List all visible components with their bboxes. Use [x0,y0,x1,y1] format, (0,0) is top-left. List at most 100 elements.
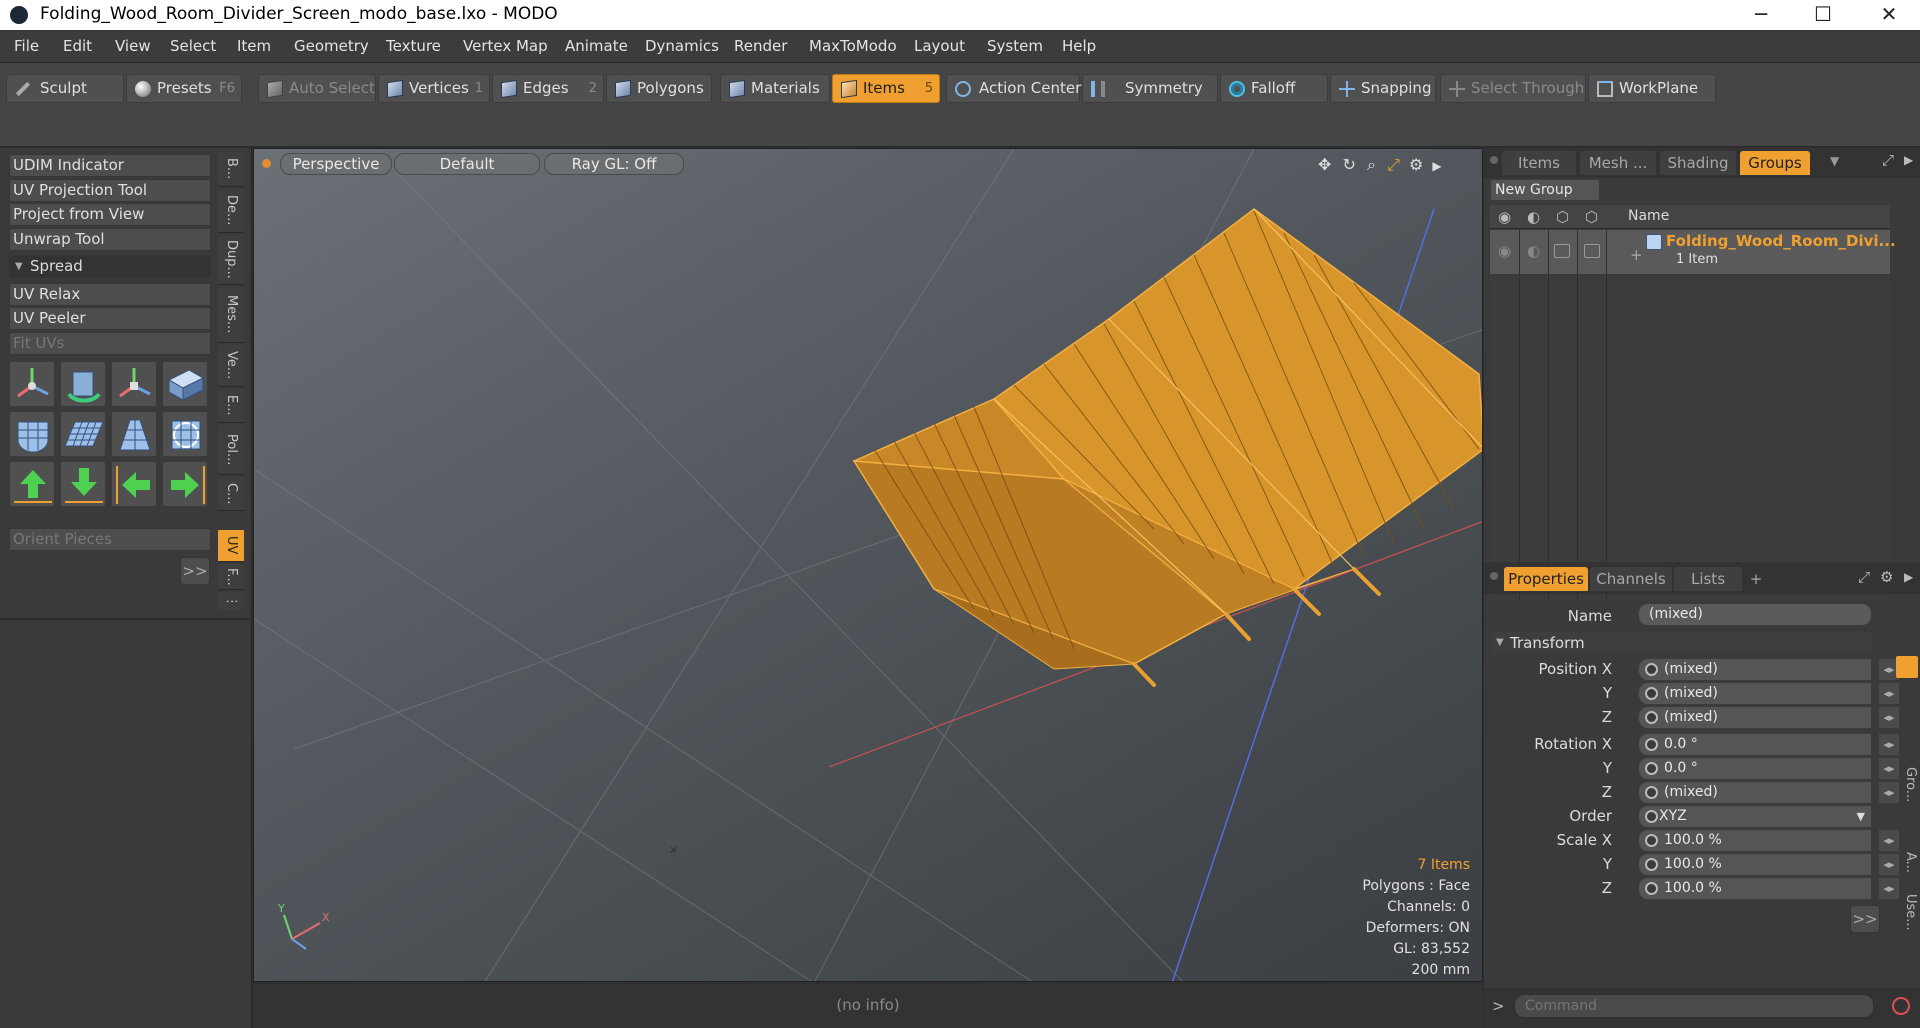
tab-shading[interactable]: Shading [1660,151,1736,175]
anim-dot-icon[interactable] [1645,711,1658,724]
items-button[interactable]: Items 5 [832,74,940,103]
order-dropdown[interactable]: XYZ ▼ [1638,805,1872,828]
record-icon[interactable] [1892,997,1910,1015]
3d-viewport[interactable]: ✕ Y X Perspective Default Ray GL: Off ✥ … [253,148,1483,982]
tab-vertex[interactable]: Ve... [218,345,244,387]
tab-fusion[interactable]: F... [218,564,244,590]
materials-button[interactable]: Materials [720,74,830,103]
menu-dynamics[interactable]: Dynamics [645,37,719,55]
tab-mesh[interactable]: Mesh ... [1580,151,1656,175]
polygons-button[interactable]: Polygons [606,74,712,103]
row-visibility-icon[interactable]: ◉ [1498,242,1511,260]
uv-peeler-button[interactable]: UV Peeler [9,307,211,330]
menu-animate[interactable]: Animate [565,37,628,55]
side-tab-assembly[interactable]: A... [1894,848,1918,878]
tab-mesh-edit[interactable]: Mes... [218,287,244,343]
menu-file[interactable]: File [14,37,39,55]
uv-sphere-projection-button[interactable] [9,411,55,457]
tab-lists[interactable]: Lists [1674,567,1742,591]
anim-dot-icon[interactable] [1645,663,1658,676]
tab-groups[interactable]: Groups [1740,151,1810,175]
drag-arrows-icon[interactable]: ◂▸ [1879,707,1899,728]
zoom-view-icon[interactable]: ⌕ [1367,155,1376,174]
anim-dot-icon[interactable] [1645,810,1658,823]
anim-dot-icon[interactable] [1645,834,1658,847]
shading-dropdown[interactable]: Default [394,153,540,175]
expand-plus-icon[interactable]: + [1630,246,1643,264]
transform-section[interactable]: ▼ Transform [1492,632,1872,654]
symmetry-button[interactable]: Symmetry [1082,74,1218,103]
name-field[interactable]: (mixed) [1638,603,1872,626]
auto-select-button[interactable]: Auto Select [258,74,376,103]
anim-dot-icon[interactable] [1645,738,1658,751]
panel-expand-icon[interactable]: ▶ [1904,153,1913,167]
tab-deform[interactable]: De... [218,189,244,233]
menu-system[interactable]: System [987,37,1043,55]
command-input[interactable] [1514,994,1874,1018]
uv-align-down-button[interactable] [60,461,106,507]
snapping-button[interactable]: Snapping [1330,74,1436,103]
group-row[interactable]: ◉ ◐ + Folding_Wood_Room_Divi... 1 Item [1490,230,1896,274]
anim-dot-icon[interactable] [1645,687,1658,700]
anim-dot-icon[interactable] [1645,858,1658,871]
uv-move-tool-button[interactable] [9,361,55,407]
uv-scale-tool-button[interactable] [111,361,157,407]
sculpt-button[interactable]: Sculpt [6,74,124,103]
row-lock-checkbox[interactable] [1554,244,1570,258]
panel-maximize-icon[interactable]: ⤢ [1882,151,1894,169]
uv-square-grid-button[interactable] [162,411,208,457]
viewport-expand-icon[interactable]: ▶ [1432,159,1441,173]
position-y-field[interactable]: (mixed) ◂▸ [1638,682,1899,705]
project-from-view-button[interactable]: Project from View [9,203,211,226]
tab-duplicate[interactable]: Dup... [218,235,244,285]
action-center-button[interactable]: Action Center [946,74,1081,103]
scale-y-field[interactable]: 100.0 % ◂▸ [1638,853,1899,876]
scale-z-field[interactable]: 100.0 % ◂▸ [1638,877,1899,900]
uv-align-right-button[interactable] [162,461,208,507]
close-button[interactable]: ✕ [1860,0,1918,30]
anim-dot-icon[interactable] [1645,882,1658,895]
uv-transform-tool-button[interactable] [162,361,208,407]
minimize-button[interactable]: ─ [1732,0,1790,30]
uv-rotate-tool-button[interactable] [60,361,106,407]
unwrap-tool-button[interactable]: Unwrap Tool [9,228,211,251]
menu-edit[interactable]: Edit [63,37,92,55]
add-tab-button[interactable]: + [1744,567,1768,591]
anim-dot-icon[interactable] [1645,786,1658,799]
tab-basic[interactable]: B... [218,152,244,187]
rotation-x-field[interactable]: 0.0 ° ◂▸ [1638,733,1899,756]
drag-arrows-icon[interactable]: ◂▸ [1879,734,1899,755]
rotation-z-field[interactable]: (mixed) ◂▸ [1638,781,1899,804]
falloff-button[interactable]: Falloff [1220,74,1328,103]
vertices-button[interactable]: Vertices 1 [378,74,490,103]
spread-section[interactable]: ▼ Spread [9,255,211,278]
uv-align-left-button[interactable] [111,461,157,507]
tabs-dropdown-icon[interactable]: ▼ [1830,154,1839,168]
side-tab-user[interactable]: Use... [1894,890,1918,934]
move-view-icon[interactable]: ✥ [1318,155,1331,174]
workplane-button[interactable]: WorkPlane [1588,74,1716,103]
tab-more[interactable]: ⋮ [218,592,244,610]
view-type-dropdown[interactable]: Perspective [280,153,392,175]
uv-align-up-button[interactable] [9,461,55,507]
tab-channels[interactable]: Channels [1590,567,1672,591]
select-through-button[interactable]: Select Through [1440,74,1586,103]
menu-geometry[interactable]: Geometry [294,37,369,55]
row-select-checkbox[interactable] [1584,244,1600,258]
menu-vertex-map[interactable]: Vertex Map [463,37,548,55]
drag-arrows-icon[interactable]: ◂▸ [1879,683,1899,704]
tab-polygon[interactable]: Pol... [218,425,244,475]
tab-items[interactable]: Items [1502,151,1576,175]
panel-settings-icon[interactable]: ⚙ [1880,568,1893,586]
udim-indicator-button[interactable]: UDIM Indicator [9,154,211,177]
tab-properties[interactable]: Properties [1504,567,1588,591]
presets-button[interactable]: Presets F6 [126,74,242,103]
position-x-field[interactable]: (mixed) ◂▸ [1638,658,1899,681]
fit-uvs-button[interactable]: Fit UVs [9,332,211,355]
maximize-button[interactable]: ☐ [1794,0,1852,30]
panel-expand-icon[interactable]: ▶ [1904,570,1913,584]
rotate-view-icon[interactable]: ↻ [1343,155,1356,174]
tab-curve[interactable]: C... [218,477,244,511]
tab-uv[interactable]: UV [218,530,244,562]
menu-layout[interactable]: Layout [914,37,965,55]
